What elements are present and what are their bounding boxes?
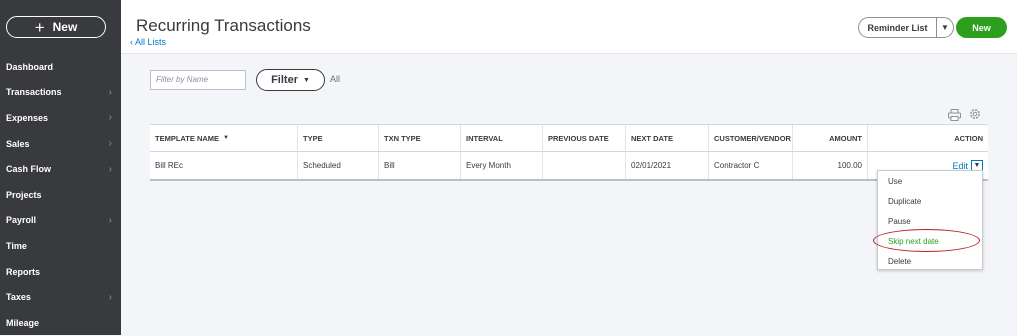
cell-customer-vendor: Contractor C: [709, 152, 793, 179]
page-header: Recurring Transactions ‹ All Lists Remin…: [121, 0, 1017, 54]
sidebar-item-projects[interactable]: Projects: [0, 182, 121, 208]
sidebar-item-label: Payroll: [6, 215, 37, 226]
sidebar-item-label: Sales: [6, 138, 30, 149]
column-header-template-name[interactable]: TEMPLATE NAME ▼: [150, 125, 298, 151]
caret-down-icon: ▼: [302, 76, 310, 84]
cell-amount: 100.00: [793, 152, 868, 179]
sidebar-item-label: Time: [6, 240, 27, 251]
column-header-next-date[interactable]: NEXT DATE: [626, 125, 709, 151]
cell-previous-date: [543, 152, 626, 179]
filter-button-label: Filter: [271, 74, 298, 86]
sidebar-item-payroll[interactable]: Payroll ›: [0, 208, 121, 234]
sort-down-icon: ▼: [223, 135, 229, 141]
chevron-right-icon: ›: [108, 291, 112, 303]
reminder-list-label[interactable]: Reminder List: [859, 18, 937, 37]
cell-txn-type: Bill: [379, 152, 461, 179]
all-lists-label: All Lists: [135, 37, 167, 47]
sidebar-item-sales[interactable]: Sales ›: [0, 131, 121, 157]
cell-interval: Every Month: [461, 152, 543, 179]
column-header-previous-date[interactable]: PREVIOUS DATE: [543, 125, 626, 151]
sidebar-item-dashboard[interactable]: Dashboard: [0, 54, 121, 80]
menu-item-delete[interactable]: Delete: [878, 251, 982, 271]
all-lists-link[interactable]: ‹ All Lists: [130, 37, 166, 47]
new-button-label: New: [52, 20, 78, 34]
menu-item-use[interactable]: Use: [878, 171, 982, 191]
page-title: Recurring Transactions: [136, 16, 311, 35]
new-transaction-button[interactable]: New: [956, 17, 1007, 38]
highlight-annotation-oval: [873, 229, 980, 252]
recurring-transactions-table: TEMPLATE NAME ▼ TYPE TXN TYPE INTERVAL PR…: [150, 124, 988, 181]
column-header-amount[interactable]: AMOUNT: [793, 125, 868, 151]
sidebar-item-expenses[interactable]: Expenses ›: [0, 105, 121, 131]
sidebar-item-label: Expenses: [6, 112, 49, 123]
filter-value-label: All: [330, 74, 341, 84]
chevron-right-icon: ›: [108, 214, 112, 226]
sidebar-item-label: Transactions: [6, 87, 62, 98]
sidebar-item-label: Cash Flow: [6, 164, 52, 175]
sidebar-item-taxes[interactable]: Taxes ›: [0, 284, 121, 310]
column-header-action: ACTION: [954, 133, 983, 143]
main-content: Recurring Transactions ‹ All Lists Remin…: [121, 0, 1017, 335]
sidebar: + New Dashboard Transactions › Expenses › …: [0, 0, 121, 335]
column-header-type[interactable]: TYPE: [298, 125, 379, 151]
cell-template-name: Bill REc: [150, 152, 298, 179]
sidebar-item-cash-flow[interactable]: Cash Flow ›: [0, 156, 121, 182]
sidebar-nav: Dashboard Transactions › Expenses › Sales ›…: [0, 54, 121, 336]
column-header-customer-vendor[interactable]: CUSTOMER/VENDOR: [709, 125, 793, 151]
column-header-txn-type[interactable]: TXN TYPE: [379, 125, 461, 151]
edit-link[interactable]: Edit: [952, 161, 968, 171]
menu-item-pause[interactable]: Pause: [878, 211, 982, 231]
new-button[interactable]: + New: [6, 16, 106, 38]
table-header-row: TEMPLATE NAME ▼ TYPE TXN TYPE INTERVAL PR…: [150, 124, 988, 152]
sidebar-item-reports[interactable]: Reports: [0, 259, 121, 285]
sidebar-item-label: Mileage: [6, 317, 40, 328]
sidebar-item-transactions[interactable]: Transactions ›: [0, 80, 121, 106]
chevron-right-icon: ›: [108, 138, 112, 150]
filter-by-name-input[interactable]: Filter by Name: [150, 70, 246, 90]
menu-item-duplicate[interactable]: Duplicate: [878, 191, 982, 211]
sidebar-item-label: Taxes: [6, 292, 31, 303]
reminder-list-button[interactable]: Reminder List ▼: [858, 17, 954, 38]
cell-type: Scheduled: [298, 152, 379, 179]
sidebar-item-label: Projects: [6, 189, 42, 200]
chevron-right-icon: ›: [108, 112, 112, 124]
sidebar-item-label: Dashboard: [6, 61, 54, 72]
table-row: Bill REc Scheduled Bill Every Month 02/0…: [150, 152, 988, 181]
plus-icon: +: [34, 17, 45, 37]
column-header-label: TEMPLATE NAME: [155, 133, 220, 143]
sidebar-item-mileage[interactable]: Mileage: [0, 310, 121, 336]
caret-down-icon: ▼: [973, 162, 981, 169]
column-header-interval[interactable]: INTERVAL: [461, 125, 543, 151]
sidebar-item-label: Reports: [6, 266, 41, 277]
cell-next-date: 02/01/2021: [626, 152, 709, 179]
filter-button[interactable]: Filter ▼: [256, 69, 325, 91]
chevron-right-icon: ›: [108, 86, 112, 98]
action-dropdown-menu: Use Duplicate Pause Skip next date Delet…: [877, 170, 983, 270]
sidebar-item-time[interactable]: Time: [0, 233, 121, 259]
chevron-right-icon: ›: [108, 163, 112, 175]
caret-down-icon[interactable]: ▼: [937, 18, 953, 37]
